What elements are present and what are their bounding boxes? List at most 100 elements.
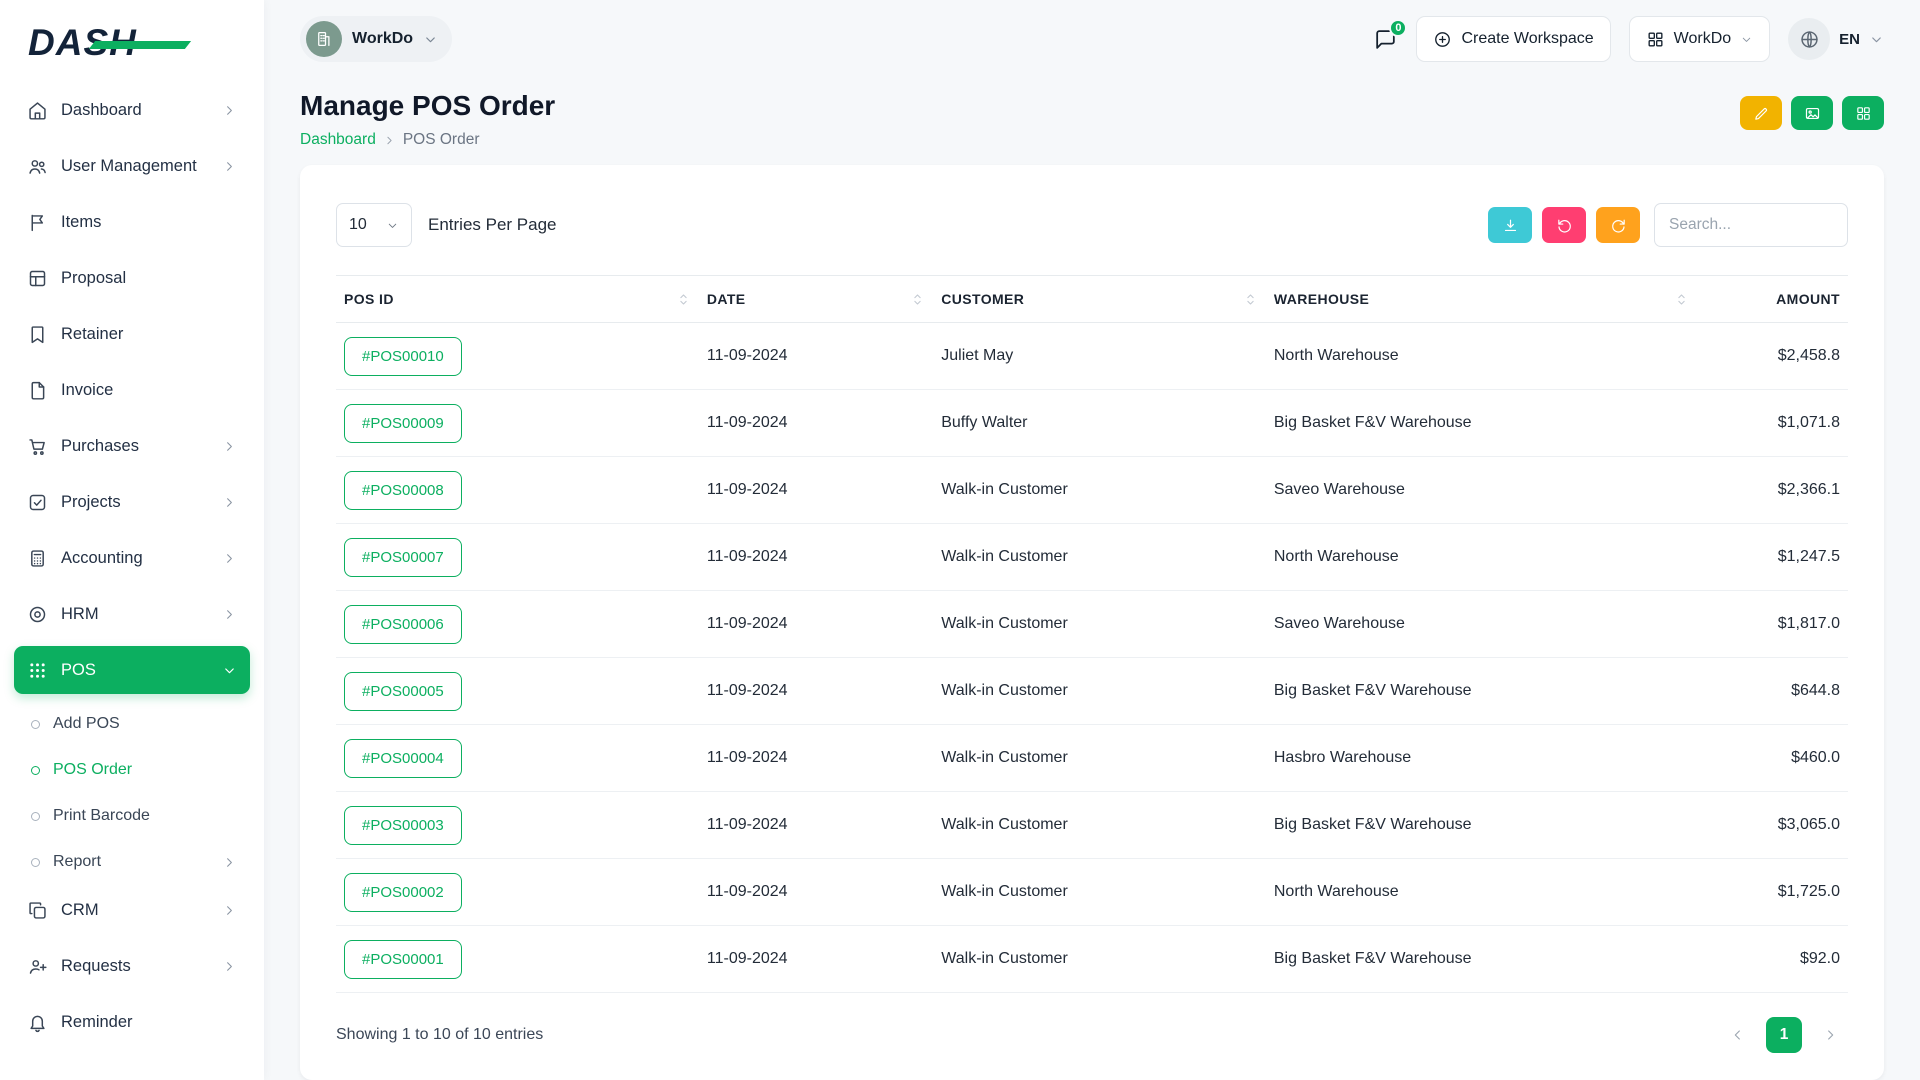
chevron-right-icon	[1822, 1027, 1838, 1043]
export-button[interactable]	[1488, 207, 1532, 243]
order-amount: $644.8	[1697, 658, 1848, 725]
warehouse-name: Saveo Warehouse	[1266, 457, 1697, 524]
order-amount: $2,458.8	[1697, 323, 1848, 390]
page-title: Manage POS Order	[300, 90, 555, 122]
pos-id-link[interactable]: #POS00007	[344, 538, 462, 577]
customer-name: Walk-in Customer	[933, 792, 1266, 859]
quick-edit-button[interactable]	[1740, 96, 1782, 130]
sidebar-subitem-add-pos[interactable]: Add POS	[14, 702, 250, 746]
sidebar-item-label: CRM	[61, 901, 99, 920]
globe-icon	[1788, 18, 1830, 60]
sidebar-subitem-label: POS Order	[53, 761, 132, 779]
workspace-switcher[interactable]: WorkDo	[300, 16, 452, 62]
sidebar-item-purchases[interactable]: Purchases	[14, 422, 250, 470]
column-label: POS ID	[344, 291, 394, 307]
sidebar-item-dashboard[interactable]: Dashboard	[14, 86, 250, 134]
sidebar-subitem-label: Print Barcode	[53, 807, 150, 825]
pos-id-link[interactable]: #POS00003	[344, 806, 462, 845]
create-workspace-button[interactable]: Create Workspace	[1416, 16, 1610, 62]
sidebar-item-label: Items	[61, 213, 101, 232]
sidebar-subitem-report[interactable]: Report	[14, 840, 250, 884]
quick-gallery-button[interactable]	[1791, 96, 1833, 130]
sidebar-subitem-label: Report	[53, 853, 101, 871]
sidebar-item-label: Projects	[61, 493, 121, 512]
target-icon	[27, 604, 48, 625]
topbar: WorkDo 0 Create Workspace WorkDo	[300, 0, 1884, 78]
pos-id-link[interactable]: #POS00004	[344, 739, 462, 778]
language-code: EN	[1839, 31, 1860, 48]
column-label: WAREHOUSE	[1274, 291, 1369, 307]
sidebar-item-proposal[interactable]: Proposal	[14, 254, 250, 302]
pos-id-link[interactable]: #POS00001	[344, 940, 462, 979]
quick-grid-button[interactable]	[1842, 96, 1884, 130]
pos-id-link[interactable]: #POS00006	[344, 605, 462, 644]
sidebar-item-label: Purchases	[61, 437, 139, 456]
sidebar-item-hrm[interactable]: HRM	[14, 590, 250, 638]
chevron-right-icon	[222, 855, 237, 870]
bullet-icon	[31, 858, 40, 867]
pos-id-link[interactable]: #POS00002	[344, 873, 462, 912]
refresh-icon	[1610, 217, 1627, 234]
sidebar-item-items[interactable]: Items	[14, 198, 250, 246]
sidebar-item-accounting[interactable]: Accounting	[14, 534, 250, 582]
pagination-next-button[interactable]	[1812, 1017, 1848, 1053]
warehouse-name: Hasbro Warehouse	[1266, 725, 1697, 792]
order-date: 11-09-2024	[699, 725, 933, 792]
column-header-date[interactable]: DATE	[699, 276, 933, 323]
sidebar-item-requests[interactable]: Requests	[14, 942, 250, 990]
app-root: DASH Dashboard User Management Items Pro…	[0, 0, 1920, 1080]
grid-icon	[1855, 105, 1872, 122]
language-switcher[interactable]: EN	[1788, 18, 1884, 60]
refresh-button[interactable]	[1596, 207, 1640, 243]
pos-id-link[interactable]: #POS00009	[344, 404, 462, 443]
entries-per-page-select[interactable]: 10	[336, 203, 412, 247]
customer-name: Walk-in Customer	[933, 591, 1266, 658]
sidebar-item-invoice[interactable]: Invoice	[14, 366, 250, 414]
column-header-customer[interactable]: CUSTOMER	[933, 276, 1266, 323]
sidebar-item-retainer[interactable]: Retainer	[14, 310, 250, 358]
pagination-prev-button[interactable]	[1720, 1017, 1756, 1053]
table-row: #POS00008 11-09-2024 Walk-in Customer Sa…	[336, 457, 1848, 524]
search-input[interactable]	[1654, 203, 1848, 247]
table-row: #POS00002 11-09-2024 Walk-in Customer No…	[336, 859, 1848, 926]
sidebar-subitem-print-barcode[interactable]: Print Barcode	[14, 794, 250, 838]
user-menu-button[interactable]: WorkDo	[1629, 16, 1771, 62]
sidebar-item-user-management[interactable]: User Management	[14, 142, 250, 190]
pos-id-cell: #POS00008	[336, 457, 699, 524]
brand-accent-slash	[89, 41, 191, 49]
column-header-amount[interactable]: AMOUNT	[1697, 276, 1848, 323]
order-date: 11-09-2024	[699, 658, 933, 725]
sidebar-subitem-pos-order[interactable]: POS Order	[14, 748, 250, 792]
sidebar-item-crm[interactable]: CRM	[14, 886, 250, 934]
pos-id-link[interactable]: #POS00008	[344, 471, 462, 510]
calculator-icon	[27, 548, 48, 569]
breadcrumb-dashboard-link[interactable]: Dashboard	[300, 131, 376, 149]
table-footer: Showing 1 to 10 of 10 entries 1	[336, 1017, 1848, 1053]
sidebar-item-reminder[interactable]: Reminder	[14, 998, 250, 1046]
pos-id-cell: #POS00001	[336, 926, 699, 993]
chevron-right-icon	[222, 159, 237, 174]
pos-id-link[interactable]: #POS00010	[344, 337, 462, 376]
topbar-actions: 0 Create Workspace WorkDo EN	[1373, 16, 1884, 62]
sidebar: DASH Dashboard User Management Items Pro…	[0, 0, 264, 1080]
pos-id-link[interactable]: #POS00005	[344, 672, 462, 711]
bell-icon	[27, 1012, 48, 1033]
sidebar-item-label: POS	[61, 661, 96, 680]
table-row: #POS00006 11-09-2024 Walk-in Customer Sa…	[336, 591, 1848, 658]
brand-logo[interactable]: DASH	[14, 0, 250, 86]
reset-button[interactable]	[1542, 207, 1586, 243]
sidebar-item-projects[interactable]: Projects	[14, 478, 250, 526]
column-label: CUSTOMER	[941, 291, 1024, 307]
column-header-warehouse[interactable]: WAREHOUSE	[1266, 276, 1697, 323]
pagination-page-1[interactable]: 1	[1766, 1017, 1802, 1053]
breadcrumb: Dashboard POS Order	[300, 131, 555, 149]
chevron-down-icon	[1740, 33, 1753, 46]
pos-id-cell: #POS00009	[336, 390, 699, 457]
column-header-pos-id[interactable]: POS ID	[336, 276, 699, 323]
sidebar-item-label: HRM	[61, 605, 99, 624]
table-toolbar: 10 Entries Per Page	[336, 203, 1848, 247]
messages-button[interactable]: 0	[1373, 27, 1398, 52]
sidebar-item-pos[interactable]: POS	[14, 646, 250, 694]
bullet-icon	[31, 812, 40, 821]
warehouse-name: North Warehouse	[1266, 323, 1697, 390]
